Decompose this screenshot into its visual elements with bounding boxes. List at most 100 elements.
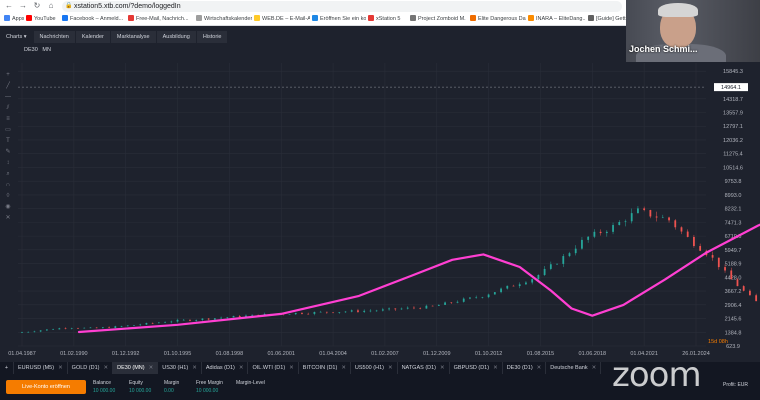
last-price-label: 14964.1 — [721, 85, 741, 91]
instrument-tab[interactable]: DE30 (D1) ✕ — [503, 362, 547, 374]
candle-body — [624, 221, 627, 222]
profit-value: EUR — [737, 382, 748, 388]
close-icon[interactable]: ✕ — [289, 365, 294, 371]
trash-icon[interactable]: ✕ — [3, 213, 13, 224]
bookmark-label: Project Zomboid M... — [418, 16, 466, 22]
instrument-tab[interactable]: OIL.WTI (D1) ✕ — [248, 362, 299, 374]
close-icon[interactable]: ✕ — [440, 365, 445, 371]
candle-body — [369, 310, 372, 312]
y-tick-label: 10514.6 — [723, 165, 743, 171]
bookmark-item[interactable]: Project Zomboid M... — [410, 15, 466, 24]
y-tick-label: 3667.2 — [725, 289, 742, 295]
symbol-label[interactable]: DE30 MN — [24, 47, 51, 53]
candle-body — [742, 286, 745, 291]
bookmark-item[interactable]: Facebook – Anmeld... — [62, 15, 126, 24]
close-icon[interactable]: ✕ — [388, 365, 393, 371]
y-tick-label: 623.9 — [726, 344, 740, 350]
forward-icon[interactable]: → — [18, 1, 28, 11]
candle-body — [581, 239, 583, 249]
rect-icon[interactable]: ▭ — [3, 125, 13, 136]
bookmark-item[interactable]: Elite Dangerous Da... — [470, 15, 526, 24]
bookmark-item[interactable]: xStation 5 — [368, 15, 406, 24]
y-tick-label: 8993.0 — [725, 193, 742, 199]
reload-icon[interactable]: ↻ — [32, 1, 42, 11]
instrument-tab[interactable]: DE30 (MN) ✕ — [113, 362, 159, 374]
candle-body — [288, 314, 291, 315]
candle-body — [139, 324, 142, 326]
bookmark-item[interactable]: Eröffnen Sie ein kos... — [312, 15, 366, 24]
cursor-icon[interactable]: + — [3, 70, 13, 81]
bookmark-item[interactable]: INARA – EliteDang... — [528, 15, 586, 24]
y-tick-label: 9753.8 — [725, 179, 742, 185]
fib-icon[interactable]: ≡ — [3, 114, 13, 125]
candle-body — [21, 332, 23, 333]
instrument-tab[interactable]: US30 (H1) ✕ — [158, 362, 202, 374]
timeframe-label[interactable]: MN — [42, 47, 51, 53]
x-tick-label: 01.10.1995 — [164, 351, 192, 357]
instrument-tab[interactable]: BITCOIN (D1) ✕ — [299, 362, 351, 374]
measure-icon[interactable]: ↕ — [3, 158, 13, 169]
bookmark-favicon-icon — [312, 15, 318, 21]
app-tab[interactable]: Historie — [196, 31, 229, 43]
hline-icon[interactable]: — — [3, 92, 13, 103]
bookmark-item[interactable]: Apps — [4, 15, 24, 24]
app-tab[interactable]: Marktanalyse — [110, 31, 157, 43]
text-icon[interactable]: T — [3, 136, 13, 147]
bookmark-favicon-icon — [528, 15, 534, 21]
home-icon[interactable]: ⌂ — [46, 1, 56, 11]
bookmark-item[interactable]: [Guide] Getting — [588, 15, 628, 24]
bookmark-label: Facebook – Anmeld... — [70, 16, 124, 22]
instrument-label: Deutsche Bank — [550, 365, 588, 371]
instrument-tab[interactable]: Deutsche Bank ✕ — [546, 362, 602, 374]
close-icon[interactable]: ✕ — [341, 365, 346, 371]
candle-body — [419, 308, 422, 309]
eye-icon[interactable]: ◉ — [3, 202, 13, 213]
candle-body — [661, 217, 664, 219]
x-tick-label: 01.12.2009 — [423, 351, 451, 357]
candle-body — [686, 231, 689, 237]
line-icon[interactable]: ╱ — [3, 81, 13, 92]
bookmark-label: INARA – EliteDang... — [536, 16, 586, 22]
bookmark-item[interactable]: YouTube — [26, 15, 60, 24]
instrument-tab[interactable]: EURUSD (M5) ✕ — [14, 362, 68, 374]
app-tab[interactable]: Charts ▾ — [0, 31, 34, 43]
candle-body — [518, 284, 521, 287]
candle-body — [182, 319, 185, 321]
bookmark-item[interactable]: WEB.DE – E-Mail-A... — [254, 15, 310, 24]
app-tab[interactable]: Kalender — [75, 31, 111, 43]
back-icon[interactable]: ← — [4, 1, 14, 11]
price-chart[interactable]: 15845.3 14318.7 13557.9 12797.1 12036.2 11275… — [0, 55, 760, 360]
add-instrument-button[interactable]: + — [0, 362, 14, 374]
lock-tool-icon[interactable]: ◊ — [3, 191, 13, 202]
close-icon[interactable]: ✕ — [239, 365, 244, 371]
app-tab[interactable]: Nachrichten — [33, 31, 76, 43]
candle-body — [45, 329, 48, 331]
instrument-label: GBPUSD (D1) — [453, 365, 490, 371]
app-tab[interactable]: Ausbildung — [156, 31, 197, 43]
magnet-icon[interactable]: ∩ — [3, 180, 13, 191]
instrument-tab[interactable]: NATGAS (D1) ✕ — [398, 362, 450, 374]
close-icon[interactable]: ✕ — [493, 365, 498, 371]
chart-area[interactable]: 15845.3 14318.7 13557.9 12797.1 12036.2 11275… — [0, 55, 760, 360]
instrument-tab[interactable]: Adidas (D1) ✕ — [202, 362, 249, 374]
open-live-account-button[interactable]: Live-Konto eröffnen — [6, 380, 86, 394]
close-icon[interactable]: ✕ — [58, 365, 63, 371]
candle-body — [388, 308, 390, 310]
close-icon[interactable]: ✕ — [103, 365, 108, 371]
bookmark-item[interactable]: Wirtschaftskalender... — [196, 15, 252, 24]
instrument-tab[interactable]: GOLD (D1) ✕ — [68, 362, 114, 374]
x-tick-label: 01.08.2015 — [527, 351, 555, 357]
brush-icon[interactable]: ✎ — [3, 147, 13, 158]
channel-icon[interactable]: ⫽ — [3, 103, 13, 114]
close-icon[interactable]: ✕ — [592, 365, 597, 371]
close-icon[interactable]: ✕ — [149, 365, 154, 371]
address-bar[interactable]: 🔒 xstation5.xtb.com/?demo/loggedIn — [62, 1, 622, 12]
bookmark-item[interactable]: Free-Mail, Nachrich... — [128, 15, 194, 24]
candle-body — [120, 326, 123, 327]
instrument-tab[interactable]: US500 (H1) ✕ — [351, 362, 398, 374]
zoom-icon[interactable]: ⌕ — [3, 169, 13, 180]
instrument-tab[interactable]: GBPUSD (D1) ✕ — [450, 362, 503, 374]
close-icon[interactable]: ✕ — [537, 365, 542, 371]
close-icon[interactable]: ✕ — [192, 365, 197, 371]
candle-body — [674, 220, 677, 228]
